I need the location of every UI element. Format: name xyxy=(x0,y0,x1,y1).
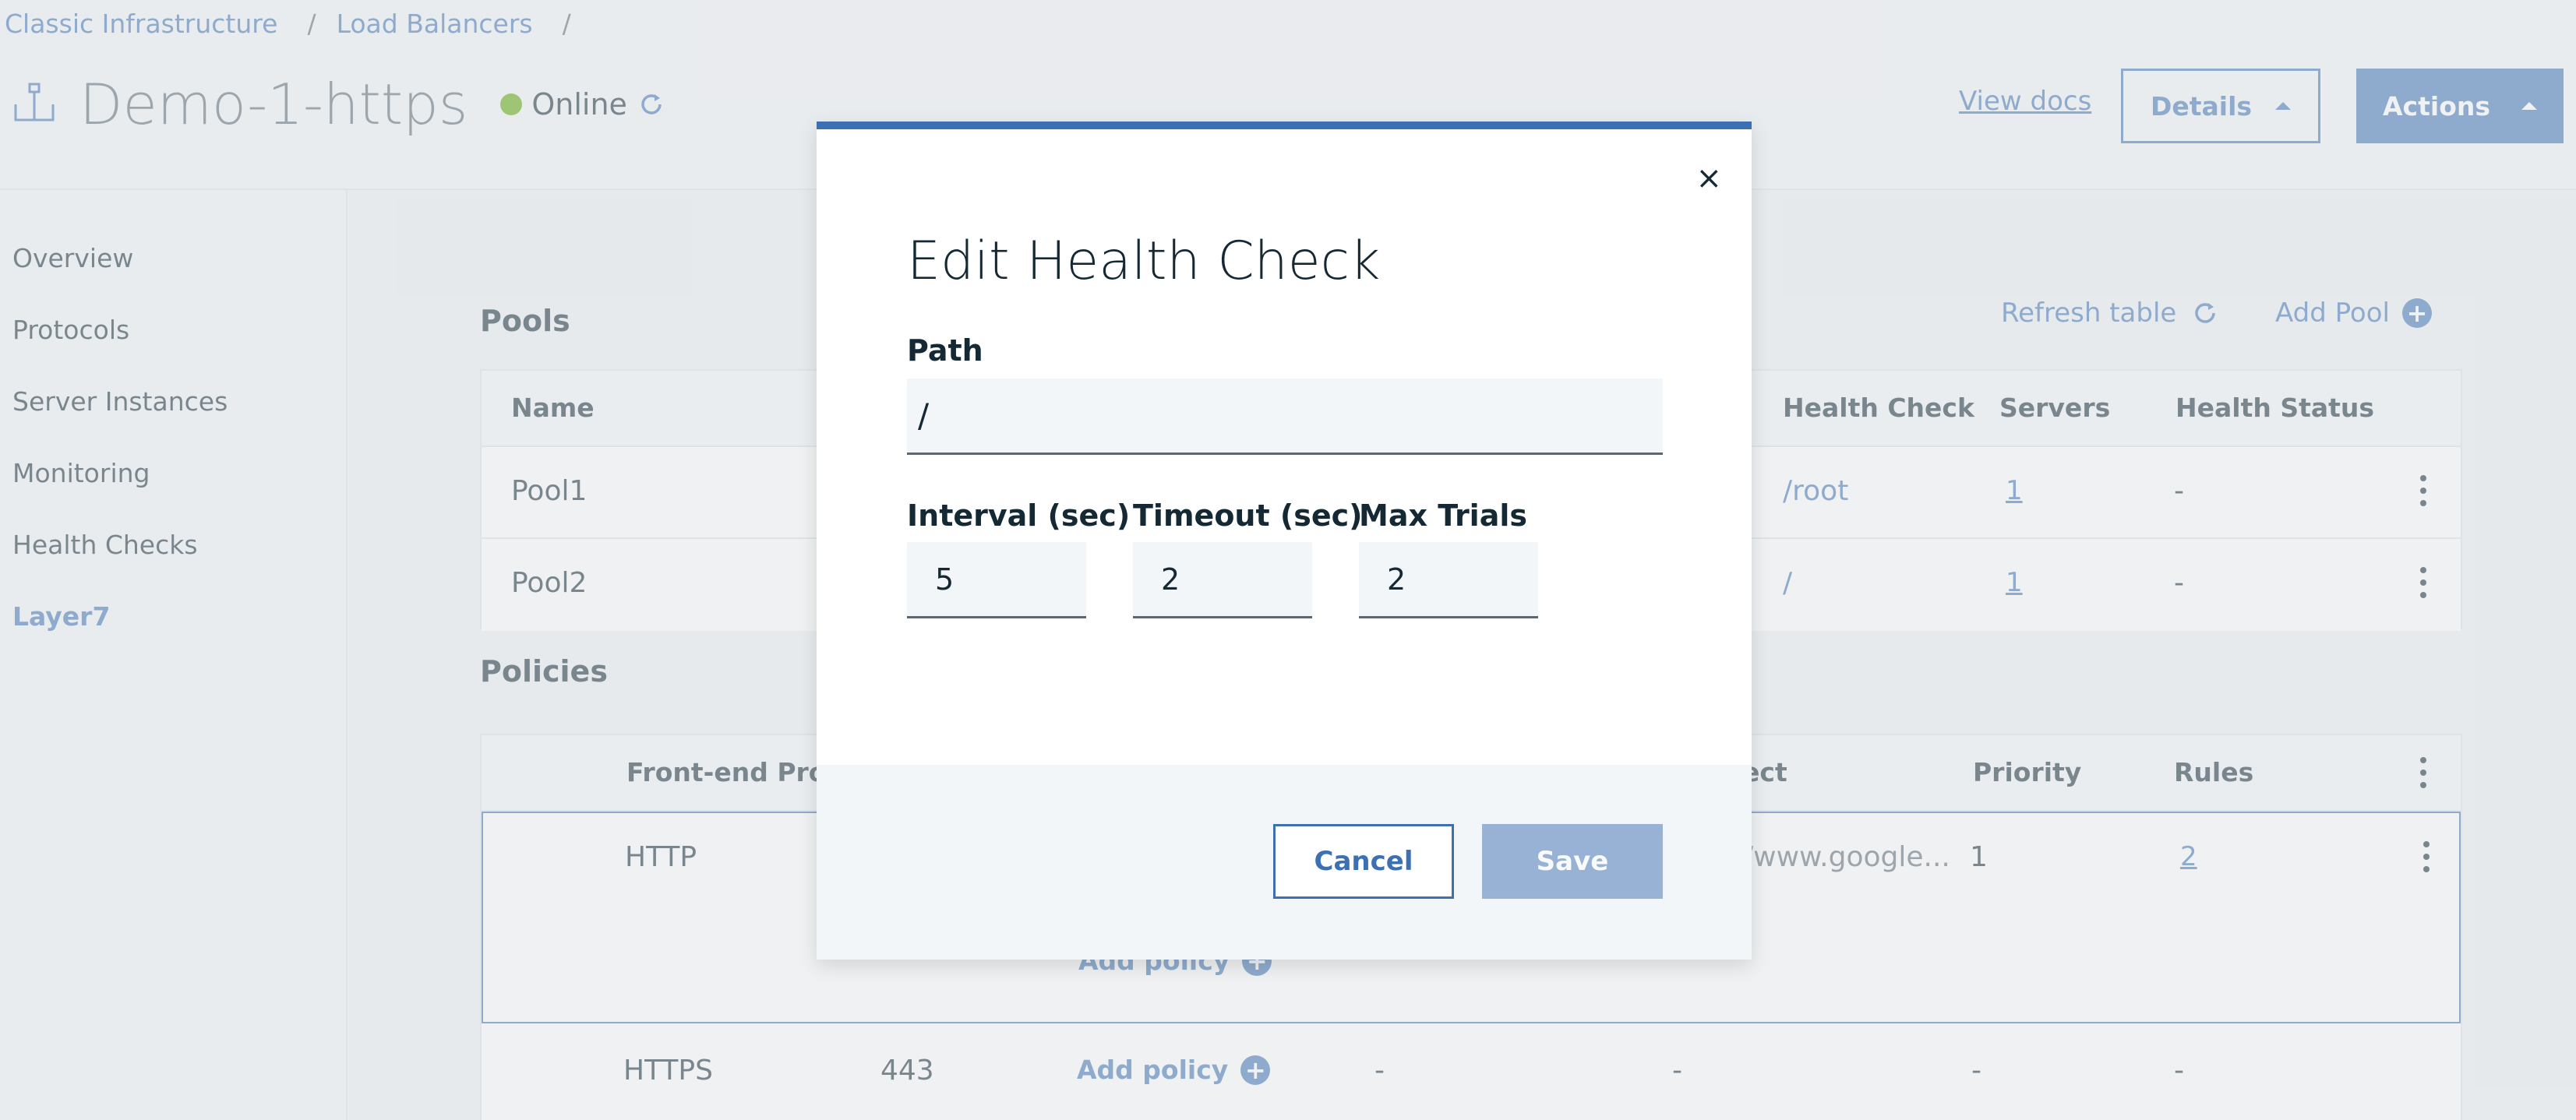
close-icon[interactable]: × xyxy=(1696,160,1722,196)
edit-health-check-modal: × Edit Health Check Path Interval (sec) … xyxy=(817,122,1752,960)
interval-label: Interval (sec) xyxy=(907,498,1131,533)
modal-title: Edit Health Check xyxy=(907,231,1381,292)
timeout-label: Timeout (sec) xyxy=(1133,498,1363,533)
modal-footer: Cancel Save xyxy=(817,765,1752,960)
max-trials-input[interactable] xyxy=(1359,542,1538,618)
interval-input[interactable] xyxy=(907,542,1086,618)
path-input[interactable] xyxy=(907,379,1663,455)
save-button[interactable]: Save xyxy=(1482,824,1663,899)
path-label: Path xyxy=(907,333,983,368)
cancel-button[interactable]: Cancel xyxy=(1273,824,1454,899)
timeout-input[interactable] xyxy=(1133,542,1312,618)
max-trials-label: Max Trials xyxy=(1359,498,1527,533)
